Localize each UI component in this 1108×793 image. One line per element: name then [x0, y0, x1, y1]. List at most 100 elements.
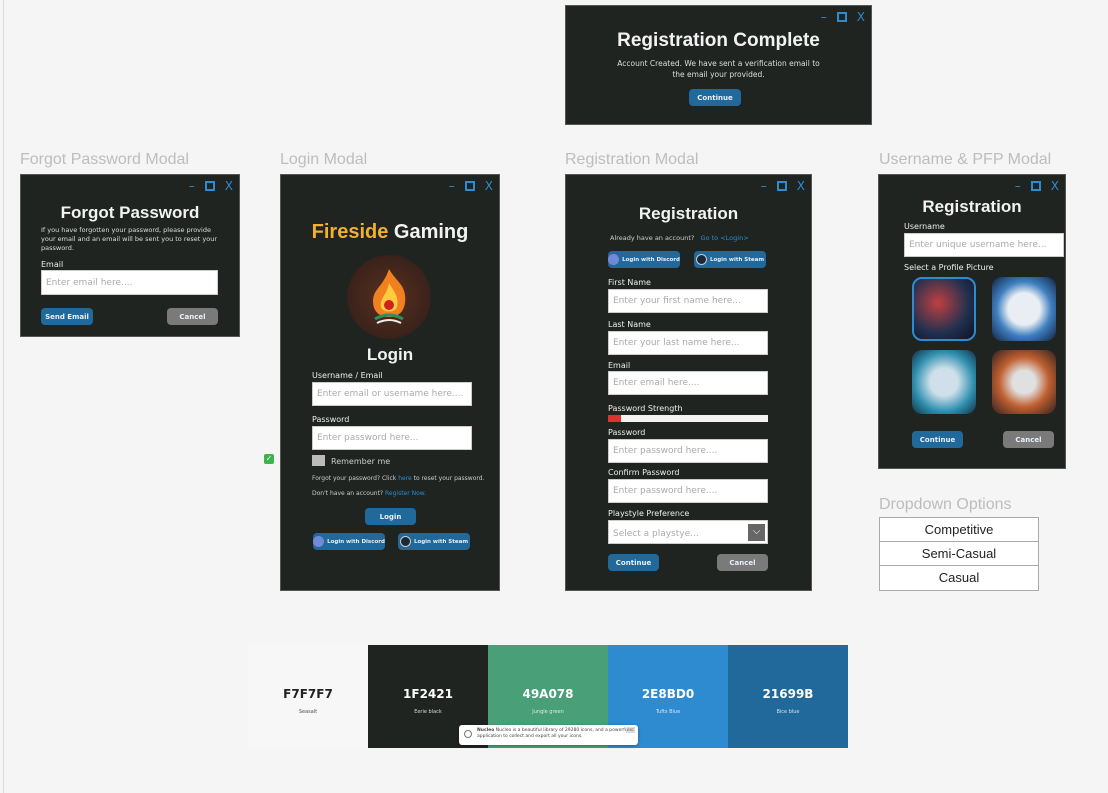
pfp-option-monster[interactable]	[912, 277, 976, 341]
maximize-icon[interactable]	[464, 181, 475, 191]
frame-label: Forgot Password Modal	[20, 151, 189, 168]
minimize-icon[interactable]: –	[449, 180, 455, 192]
label: Login with Steam	[709, 256, 765, 263]
swatch-hex: 2E8BD0	[641, 687, 695, 701]
login-modal: – X Fireside Gaming Login Username / Emai…	[280, 174, 500, 591]
window-controls: – X	[821, 11, 865, 23]
register-now-link[interactable]: Register Now.	[385, 490, 426, 497]
discord-icon	[313, 536, 325, 547]
minimize-icon[interactable]: –	[821, 11, 827, 23]
close-icon[interactable]: X	[225, 180, 233, 192]
maximize-icon[interactable]	[836, 12, 847, 22]
window-controls: – X	[1015, 180, 1059, 192]
remember-me-checkbox[interactable]	[312, 455, 325, 466]
close-icon[interactable]: X	[485, 180, 493, 192]
fireside-logo	[347, 255, 431, 339]
minimize-icon[interactable]: –	[189, 180, 195, 192]
text: to reset your password.	[411, 475, 485, 482]
discord-icon	[608, 254, 620, 265]
register-text: Don't have an account? Register Now.	[312, 490, 426, 497]
confirm-password-input[interactable]	[608, 479, 768, 503]
confirm-password-label: Confirm Password	[608, 468, 680, 477]
frame-label: Login Modal	[280, 151, 368, 168]
window-controls: – X	[761, 180, 805, 192]
frame-label: Username & PFP Modal	[879, 151, 1052, 168]
forgot-password-text: Forgot your password? Click here to rese…	[312, 475, 484, 482]
modal-message: If you have forgotten your password, ple…	[41, 226, 217, 252]
modal-title: Registration	[638, 204, 739, 223]
window-controls: – X	[449, 180, 493, 192]
select-pfp-label: Select a Profile Picture	[904, 263, 994, 272]
go-to-login-link[interactable]: Go to <Login>	[701, 234, 749, 242]
label: Login with Discord	[327, 538, 385, 545]
cancel-button[interactable]: Cancel	[167, 308, 218, 325]
maximize-icon[interactable]	[204, 181, 215, 191]
frame-label: Dropdown Options	[879, 496, 1012, 513]
login-steam-button[interactable]: Login with Steam	[398, 533, 470, 550]
login-steam-button[interactable]: Login with Steam	[694, 251, 766, 268]
password-strength-bar	[608, 415, 768, 422]
last-name-label: Last Name	[608, 320, 651, 329]
toast-app: Nucleo	[477, 728, 495, 733]
send-email-button[interactable]: Send Email	[41, 308, 93, 325]
dropdown-option[interactable]: Competitive	[880, 518, 1038, 542]
email-input[interactable]	[608, 371, 768, 395]
password-strength-fill	[608, 415, 621, 422]
swatch-name: Eerie black	[414, 709, 442, 715]
minimize-icon[interactable]: –	[761, 180, 767, 192]
continue-button[interactable]: Continue	[689, 89, 741, 106]
playstyle-select[interactable]: Select a playstye... ⌵	[608, 520, 768, 544]
pfp-option-vehicle[interactable]	[992, 350, 1056, 414]
login-button[interactable]: Login	[365, 508, 416, 525]
close-icon[interactable]: X	[857, 11, 865, 23]
dropdown-options: Competitive Semi-Casual Casual	[879, 517, 1039, 591]
cancel-button[interactable]: Cancel	[717, 554, 768, 571]
close-icon[interactable]: X	[1051, 180, 1059, 192]
maximize-icon[interactable]	[1030, 181, 1041, 191]
label: Login with Steam	[413, 538, 469, 545]
chevron-down-icon[interactable]: ⌵	[748, 524, 765, 541]
continue-button[interactable]: Continue	[912, 431, 963, 448]
registration-complete-modal: – X Registration Complete Account Created…	[565, 5, 872, 125]
checkbox-checked-icon: ✓	[264, 454, 274, 464]
toast-message: Nucleo is a beautiful library of 29280 i…	[477, 728, 629, 739]
modal-message: Account Created. We have sent a verifica…	[617, 59, 820, 79]
login-discord-button[interactable]: Login with Discord	[313, 533, 385, 550]
modal-title: Registration	[922, 197, 1022, 216]
forgot-password-modal: – X Forgot Password If you have forgotten…	[20, 174, 240, 337]
username-input[interactable]	[904, 233, 1064, 257]
text: Already have an account?	[610, 234, 695, 242]
maximize-icon[interactable]	[776, 181, 787, 191]
close-icon[interactable]: X	[797, 180, 805, 192]
continue-button[interactable]: Continue	[608, 554, 659, 571]
swatch-hex: 21699B	[762, 687, 814, 701]
frame-label: Registration Modal	[565, 151, 699, 168]
brand-highlight: Fireside	[311, 221, 389, 243]
username-input[interactable]	[312, 382, 472, 406]
password-input[interactable]	[608, 439, 768, 463]
swatch-name: Seasalt	[298, 709, 318, 715]
swatch-hex: 1F2421	[403, 687, 453, 701]
modal-title: Registration Complete	[617, 30, 820, 51]
first-name-input[interactable]	[608, 289, 768, 313]
swatch-hex: 49A078	[522, 687, 574, 701]
brand-title: Fireside Gaming	[281, 221, 499, 244]
placeholder: Select a playstye...	[613, 529, 699, 539]
pfp-option-astronaut[interactable]	[912, 350, 976, 414]
minimize-icon[interactable]: –	[1015, 180, 1021, 192]
forgot-password-link[interactable]: here	[398, 475, 412, 482]
login-discord-button[interactable]: Login with Discord	[608, 251, 680, 268]
pfp-option-robot[interactable]	[992, 277, 1056, 341]
dropdown-option[interactable]: Semi-Casual	[880, 542, 1038, 566]
password-input[interactable]	[312, 426, 472, 450]
password-label: Password	[312, 415, 350, 424]
toast-badge[interactable]: ESC	[626, 727, 635, 733]
color-swatch: F7F7F7 Seasalt	[248, 645, 368, 748]
email-input[interactable]	[41, 270, 218, 295]
email-label: Email	[608, 361, 631, 370]
steam-icon	[695, 254, 707, 265]
email-label: Email	[41, 260, 64, 269]
last-name-input[interactable]	[608, 331, 768, 355]
cancel-button[interactable]: Cancel	[1003, 431, 1054, 448]
dropdown-option[interactable]: Casual	[880, 566, 1038, 590]
